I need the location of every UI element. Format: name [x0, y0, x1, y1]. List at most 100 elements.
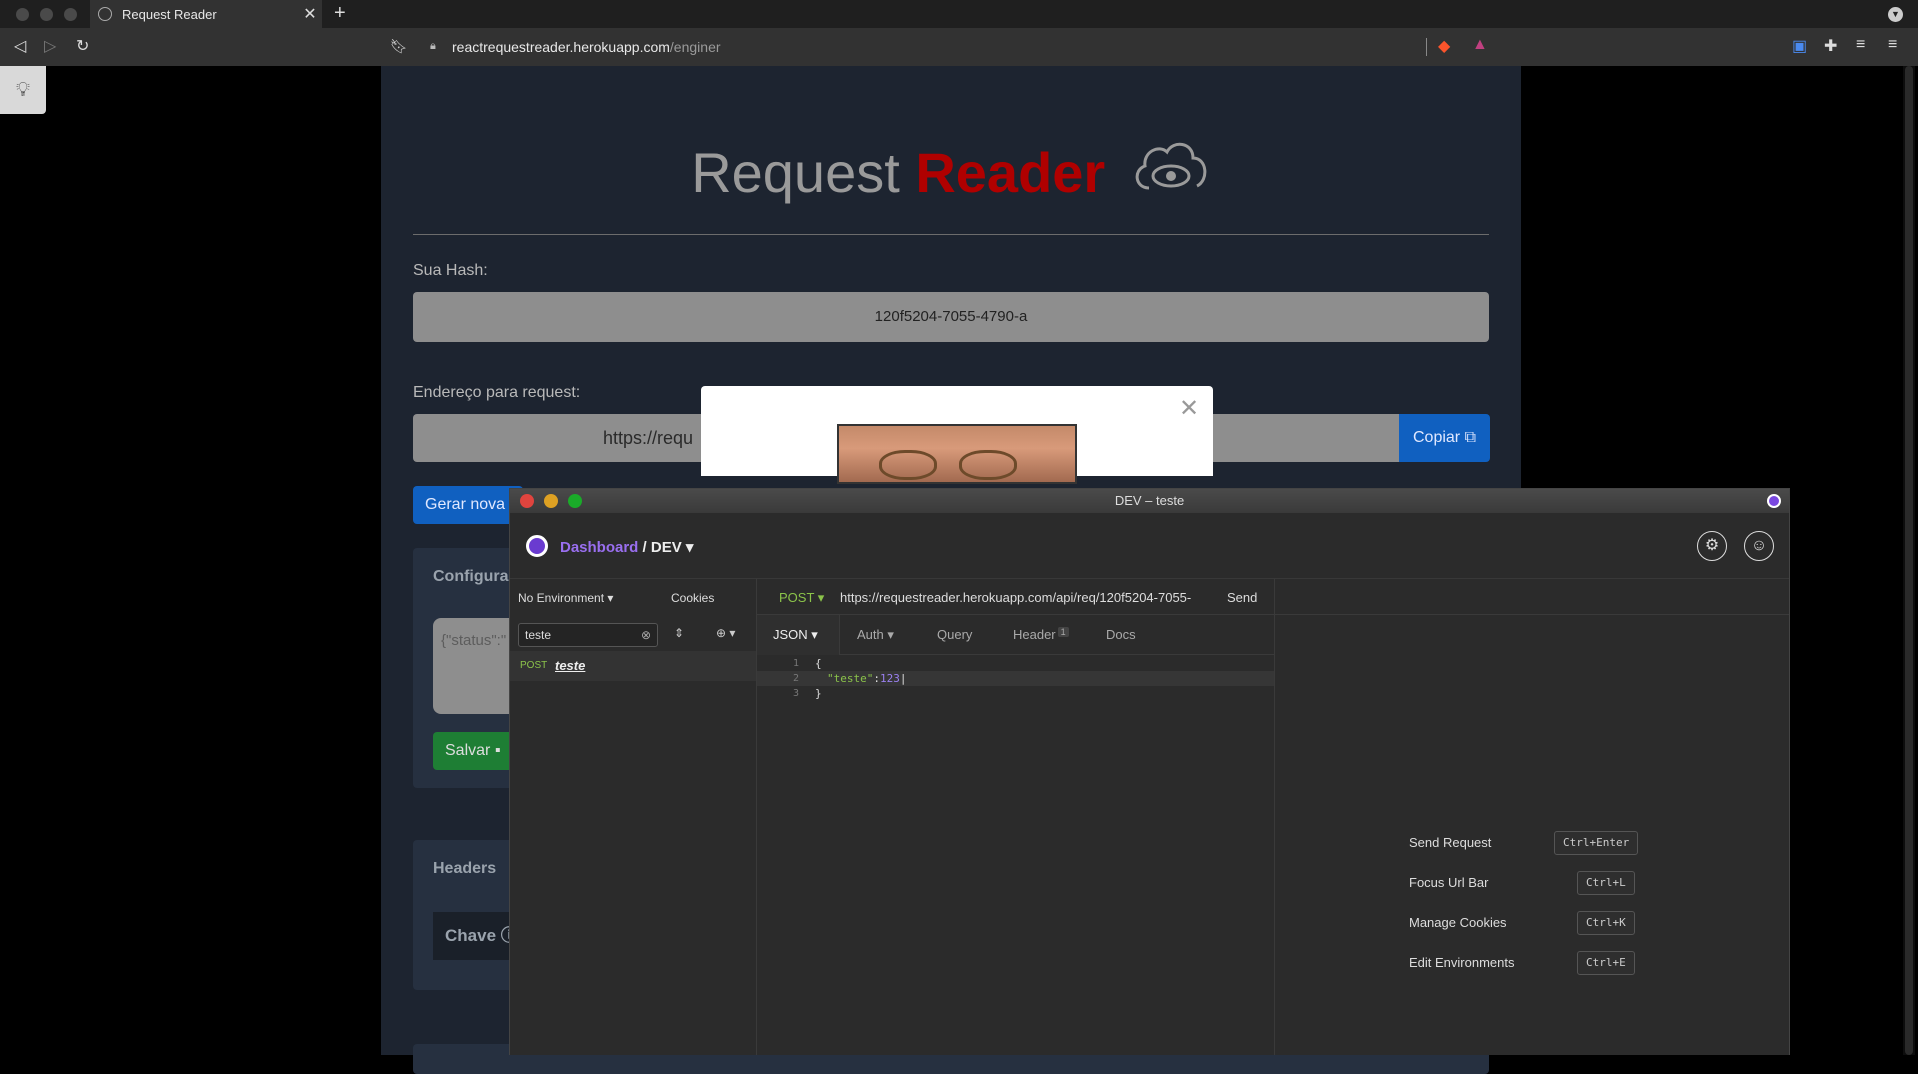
- title-request: Request: [691, 141, 900, 204]
- filter-value: teste: [525, 628, 552, 642]
- shortcut-send-request-key: Ctrl+Enter: [1554, 831, 1639, 855]
- navbar-divider: [1426, 38, 1427, 56]
- method-label: POST: [779, 590, 815, 605]
- sort-icon[interactable]: ⇕: [674, 626, 684, 640]
- environment-select[interactable]: No Environment ▾: [518, 591, 613, 605]
- tab-docs[interactable]: Docs: [1106, 627, 1136, 642]
- tab-auth-label: Auth: [857, 627, 884, 642]
- reload-icon[interactable]: ↻: [76, 36, 89, 56]
- line-code: "teste":123|: [827, 672, 907, 685]
- sidebar-request-item[interactable]: POST teste: [510, 651, 756, 681]
- line-number: 2: [792, 673, 799, 684]
- hash-field[interactable]: 120f5204-7055-4790-a: [413, 292, 1489, 342]
- scrollbar-thumb[interactable]: [1905, 66, 1913, 1055]
- globe-icon: [98, 7, 112, 21]
- tab-list-chevron-icon[interactable]: ▼: [1888, 7, 1903, 22]
- breadcrumb-dashboard[interactable]: Dashboard: [560, 539, 638, 556]
- extensions-icon[interactable]: ✚: [1824, 36, 1837, 56]
- bookmark-icon[interactable]: 🔖︎: [390, 38, 408, 55]
- json-body-editor[interactable]: 1{ 2 "teste":123| 3}: [757, 656, 1274, 701]
- breadcrumb: Dashboard / DEV ▾: [560, 538, 693, 556]
- reading-list-icon[interactable]: ≡: [1856, 36, 1865, 54]
- copy-button[interactable]: Copiar ⧉: [1399, 414, 1490, 462]
- lock-icon: 🔒︎: [430, 40, 436, 52]
- editor-line: 2 "teste":123|: [757, 671, 1274, 686]
- request-method-badge: POST: [520, 660, 548, 671]
- line-number: 1: [792, 658, 799, 669]
- menu-icon[interactable]: ≡: [1888, 36, 1897, 54]
- browser-navbar: ◁ ▷ ↻ 🔖︎ 🔒︎ reactrequestreader.herokuapp…: [0, 28, 1918, 66]
- shortcut-focus-url-label: Focus Url Bar: [1409, 875, 1489, 890]
- response-header-bar: [1275, 579, 1789, 615]
- tab-title: Request Reader: [122, 6, 217, 22]
- address-bar[interactable]: reactrequestreader.herokuapp.com/enginer: [452, 39, 721, 55]
- generate-button[interactable]: Gerar nova: [413, 486, 523, 524]
- sidebar-filter-input[interactable]: teste ⊗: [518, 623, 658, 647]
- modal-photo: [837, 424, 1077, 484]
- environment-label: No Environment: [518, 591, 605, 605]
- settings-gear-icon[interactable]: ⚙: [1697, 531, 1727, 561]
- browser-tab[interactable]: Request Reader ✕: [90, 0, 322, 28]
- request-pane: POST ▾ https://requestreader.herokuapp.c…: [757, 579, 1275, 1055]
- tab-query[interactable]: Query: [937, 627, 972, 642]
- insomnia-logo-icon: [526, 535, 548, 557]
- save-button-label: Salvar: [445, 742, 491, 759]
- request-url-input[interactable]: https://requestreader.herokuapp.com/api/…: [840, 590, 1210, 605]
- forward-icon[interactable]: ▷: [44, 36, 56, 56]
- shortcut-edit-env-key: Ctrl+E: [1577, 951, 1635, 975]
- shortcut-manage-cookies-key: Ctrl+K: [1577, 911, 1635, 935]
- header-count-badge: 1: [1057, 627, 1069, 637]
- floppy-icon: ▪: [494, 742, 501, 759]
- brave-rewards-icon[interactable]: ▲: [1472, 36, 1488, 54]
- line-number: 3: [792, 688, 799, 699]
- tab-header-label: Header: [1013, 627, 1056, 642]
- editor-line: 3}: [757, 686, 1274, 701]
- request-name: teste: [555, 658, 586, 673]
- chevron-down-icon[interactable]: ▾: [686, 539, 694, 556]
- json-key: "teste": [827, 672, 874, 685]
- line-code: }: [815, 687, 822, 700]
- photo-detail: [959, 450, 1017, 480]
- insomnia-window-title: DEV – teste: [1114, 493, 1185, 508]
- translate-icon[interactable]: ▣: [1792, 36, 1807, 56]
- shortcut-manage-cookies-label: Manage Cookies: [1409, 915, 1507, 930]
- insomnia-logo-icon: [1767, 494, 1781, 508]
- page-scrollbar[interactable]: [1903, 66, 1915, 1055]
- modal-close-icon[interactable]: ✕: [1179, 394, 1199, 423]
- shortcut-send-request-label: Send Request: [1409, 835, 1492, 850]
- json-colon: :: [873, 672, 880, 685]
- account-icon[interactable]: ☺: [1744, 531, 1774, 561]
- insomnia-maximize-button[interactable]: [568, 494, 582, 508]
- cloud-eye-icon: [1135, 142, 1207, 190]
- tab-header[interactable]: Header 1: [1013, 627, 1069, 642]
- shortcut-focus-url-key: Ctrl+L: [1577, 871, 1635, 895]
- url-host: reactrequestreader.herokuapp.com: [452, 39, 670, 55]
- page-title: Request Reader: [381, 136, 1521, 205]
- window-close-button[interactable]: [16, 8, 29, 21]
- add-request-icon[interactable]: ⊕ ▾: [716, 626, 735, 640]
- tab-json[interactable]: JSON ▾: [757, 615, 840, 655]
- lightbulb-icon[interactable]: 💡︎: [0, 66, 46, 114]
- insomnia-window: DEV – teste Dashboard / DEV ▾ ⚙ ☺ No Env…: [509, 488, 1790, 1055]
- back-icon[interactable]: ◁: [14, 36, 26, 56]
- window-minimize-button[interactable]: [40, 8, 53, 21]
- clear-filter-icon[interactable]: ⊗: [641, 624, 651, 646]
- json-value: 123: [879, 672, 900, 685]
- headers-heading: Headers: [433, 860, 497, 877]
- breadcrumb-workspace[interactable]: DEV: [651, 539, 682, 556]
- brave-shields-icon[interactable]: ◆: [1438, 36, 1450, 56]
- new-tab-button[interactable]: +: [334, 2, 346, 25]
- insomnia-minimize-button[interactable]: [544, 494, 558, 508]
- close-tab-icon[interactable]: ✕: [298, 4, 322, 24]
- breadcrumb-separator: /: [638, 539, 651, 556]
- title-divider: [413, 234, 1489, 235]
- browser-tabbar: Request Reader ✕ + ▼: [0, 0, 1918, 28]
- config-heading: Configura: [433, 568, 509, 585]
- photo-detail: [879, 450, 937, 480]
- insomnia-close-button[interactable]: [520, 494, 534, 508]
- window-maximize-button[interactable]: [64, 8, 77, 21]
- tab-auth[interactable]: Auth ▾: [857, 627, 894, 643]
- method-select[interactable]: POST ▾: [779, 590, 824, 606]
- send-button[interactable]: Send: [1227, 590, 1257, 605]
- cookies-button[interactable]: Cookies: [671, 591, 714, 605]
